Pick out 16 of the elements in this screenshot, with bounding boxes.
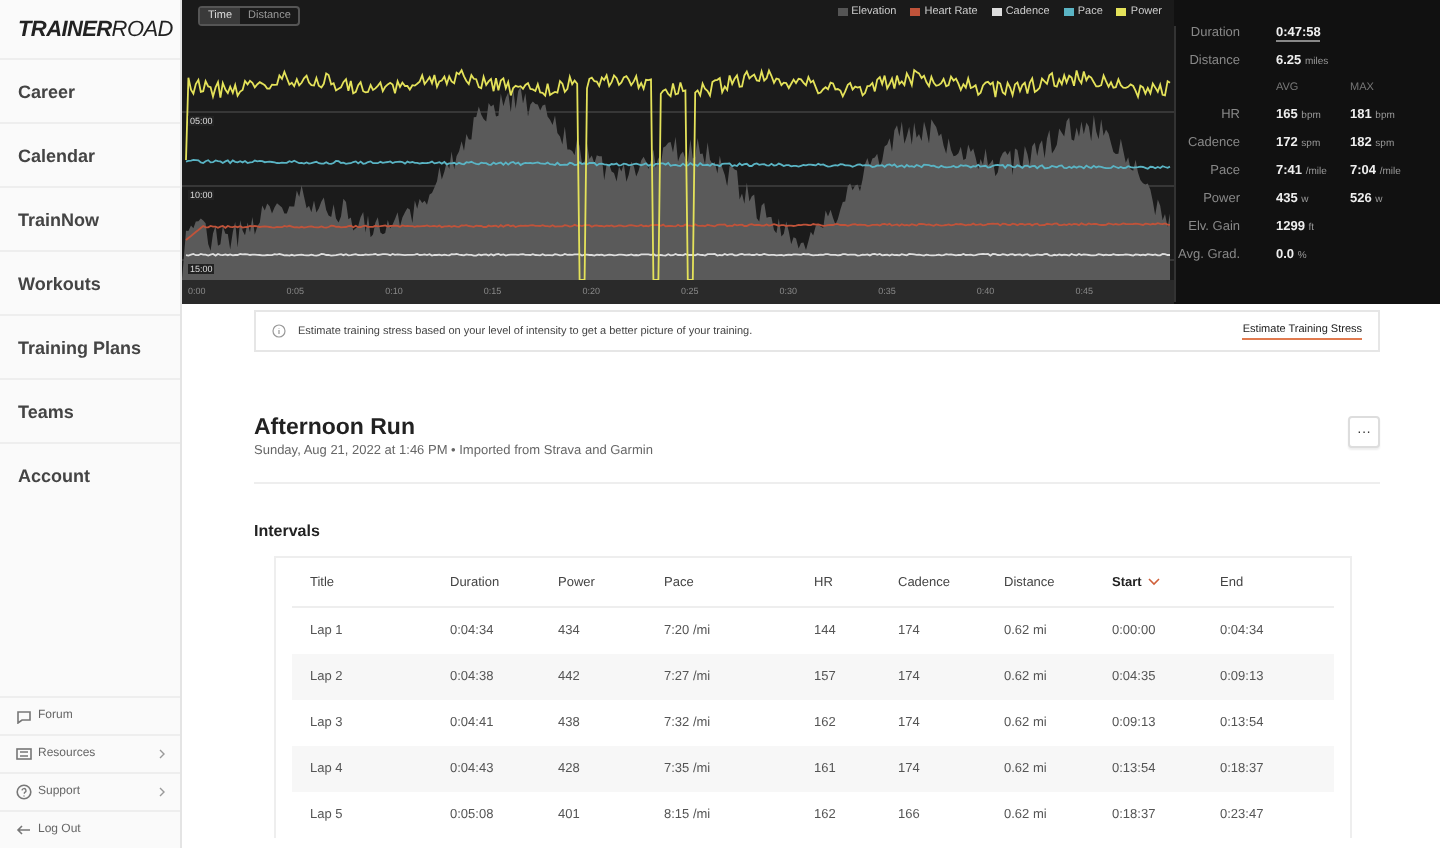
section-heading: Intervals [254, 522, 322, 540]
logo[interactable]: TRAINERROAD [0, 0, 180, 58]
help-icon [16, 784, 32, 800]
info-icon [272, 324, 286, 338]
nav-item[interactable]: TrainNow [0, 186, 180, 250]
arrow-icon [16, 824, 32, 836]
nav-item[interactable]: Training Plans [0, 314, 180, 378]
activity-title: Afternoon Run [254, 416, 417, 440]
chat-icon [16, 709, 32, 723]
nav-item[interactable]: Workouts [0, 250, 180, 314]
chevron-down-icon [1147, 578, 1160, 586]
list-icon [16, 748, 32, 760]
nav-item[interactable]: Career [0, 58, 180, 122]
nav-item[interactable]: Calendar [0, 122, 180, 186]
nav-item[interactable]: Account [0, 442, 180, 506]
nav-item[interactable]: Teams [0, 378, 180, 442]
